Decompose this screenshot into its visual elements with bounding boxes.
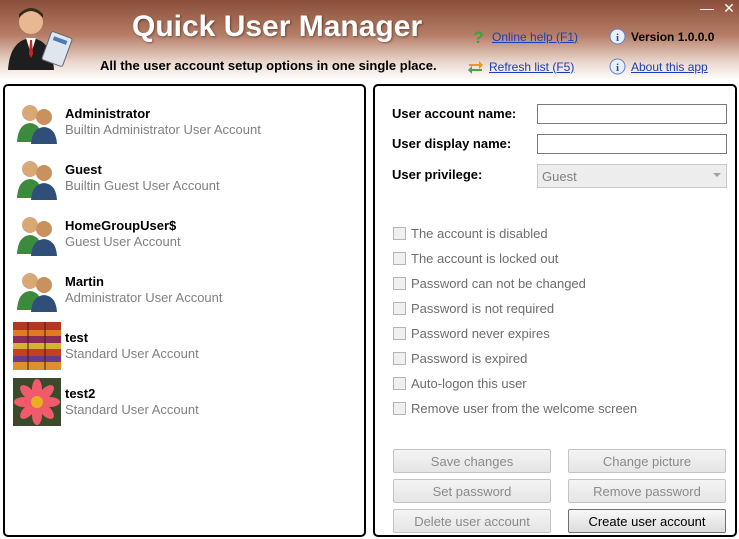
app-logo-icon [8,8,73,70]
option-password-never-expires[interactable]: Password never expires [393,326,550,341]
refresh-icon [468,61,483,74]
checkbox[interactable] [393,302,406,315]
svg-text:i: i [616,32,619,44]
user-description: Standard User Account [65,402,199,417]
option-account-disabled[interactable]: The account is disabled [393,226,548,241]
checkbox[interactable] [393,252,406,265]
user-description: Builtin Administrator User Account [65,122,261,137]
user-name: Martin [65,274,104,289]
users-icon [17,105,57,144]
remove-password-button[interactable]: Remove password [568,479,726,503]
user-name: Administrator [65,106,151,121]
option-label: The account is disabled [411,226,548,241]
refresh-list-label[interactable]: Refresh list (F5) [489,60,574,74]
option-password-expired[interactable]: Password is expired [393,351,527,366]
svg-text:i: i [616,62,619,74]
version-label: Version 1.0.0.0 [631,29,715,44]
tagline: All the user account setup options in on… [100,58,437,73]
checkbox[interactable] [393,327,406,340]
flower-photo [13,378,61,426]
app-title: Quick User Manager [132,10,423,43]
users-icon [17,161,57,200]
user-item-administrator[interactable]: Administrator Builtin Administrator User… [13,98,261,146]
option-password-cannot-change[interactable]: Password can not be changed [393,276,586,291]
online-help-link[interactable]: ? Online help (F1) [470,28,578,45]
set-password-button[interactable]: Set password [393,479,551,503]
privilege-select[interactable]: Guest [537,164,727,188]
fabric-photo [13,322,61,370]
checkbox[interactable] [393,277,406,290]
users-icon [17,217,57,256]
option-label: Password is expired [411,351,528,366]
about-app-link[interactable]: i About this app [609,58,708,75]
users-icon [17,273,57,312]
user-name: test [65,330,89,345]
create-user-button[interactable]: Create user account [568,509,726,533]
user-description: Administrator User Account [65,290,223,305]
checkbox[interactable] [393,352,406,365]
checkbox[interactable] [393,377,406,390]
close-button[interactable]: ✕ [720,0,738,17]
user-name: test2 [65,386,96,401]
checkbox[interactable] [393,402,406,415]
option-label: Auto-logon this user [411,376,527,391]
display-name-label: User display name: [392,136,512,151]
option-label: Password is not required [411,301,555,316]
info-icon: i [609,58,626,75]
privilege-label: User privilege: [392,167,483,182]
user-item-test[interactable]: test Standard User Account [13,322,199,370]
account-name-input[interactable] [537,104,727,124]
account-details-panel: User account name: User display name: Us… [373,84,737,537]
option-password-not-required[interactable]: Password is not required [393,301,554,316]
chevron-down-icon [713,173,721,177]
refresh-list-link[interactable]: Refresh list (F5) [467,58,574,75]
account-name-label: User account name: [392,106,517,121]
user-description: Builtin Guest User Account [65,178,220,193]
user-name: Guest [65,162,102,177]
version-info: i Version 1.0.0.0 [609,28,714,45]
user-item-homegroupuser[interactable]: HomeGroupUser$ Guest User Account [13,210,181,258]
option-label: Password can not be changed [411,276,586,291]
option-account-locked-out[interactable]: The account is locked out [393,251,558,266]
option-label: The account is locked out [411,251,559,266]
display-name-input[interactable] [537,134,727,154]
option-label: Password never expires [411,326,550,341]
option-auto-logon[interactable]: Auto-logon this user [393,376,527,391]
option-remove-from-welcome[interactable]: Remove user from the welcome screen [393,401,637,416]
question-icon: ? [473,28,483,45]
svg-text:?: ? [473,28,483,45]
online-help-label[interactable]: Online help (F1) [492,30,578,44]
checkbox[interactable] [393,227,406,240]
save-changes-button[interactable]: Save changes [393,449,551,473]
user-list[interactable]: Administrator Builtin Administrator User… [3,84,366,537]
minimize-button[interactable]: — [698,0,716,16]
user-item-guest[interactable]: Guest Builtin Guest User Account [13,154,220,202]
user-name: HomeGroupUser$ [65,218,177,233]
user-description: Guest User Account [65,234,181,249]
option-label: Remove user from the welcome screen [411,401,638,416]
user-item-martin[interactable]: Martin Administrator User Account [13,266,223,314]
privilege-value: Guest [542,169,577,184]
user-description: Standard User Account [65,346,199,361]
about-app-label[interactable]: About this app [631,60,708,74]
info-icon: i [609,28,626,45]
user-item-test2[interactable]: test2 Standard User Account [13,378,199,426]
change-picture-button[interactable]: Change picture [568,449,726,473]
delete-user-button[interactable]: Delete user account [393,509,551,533]
